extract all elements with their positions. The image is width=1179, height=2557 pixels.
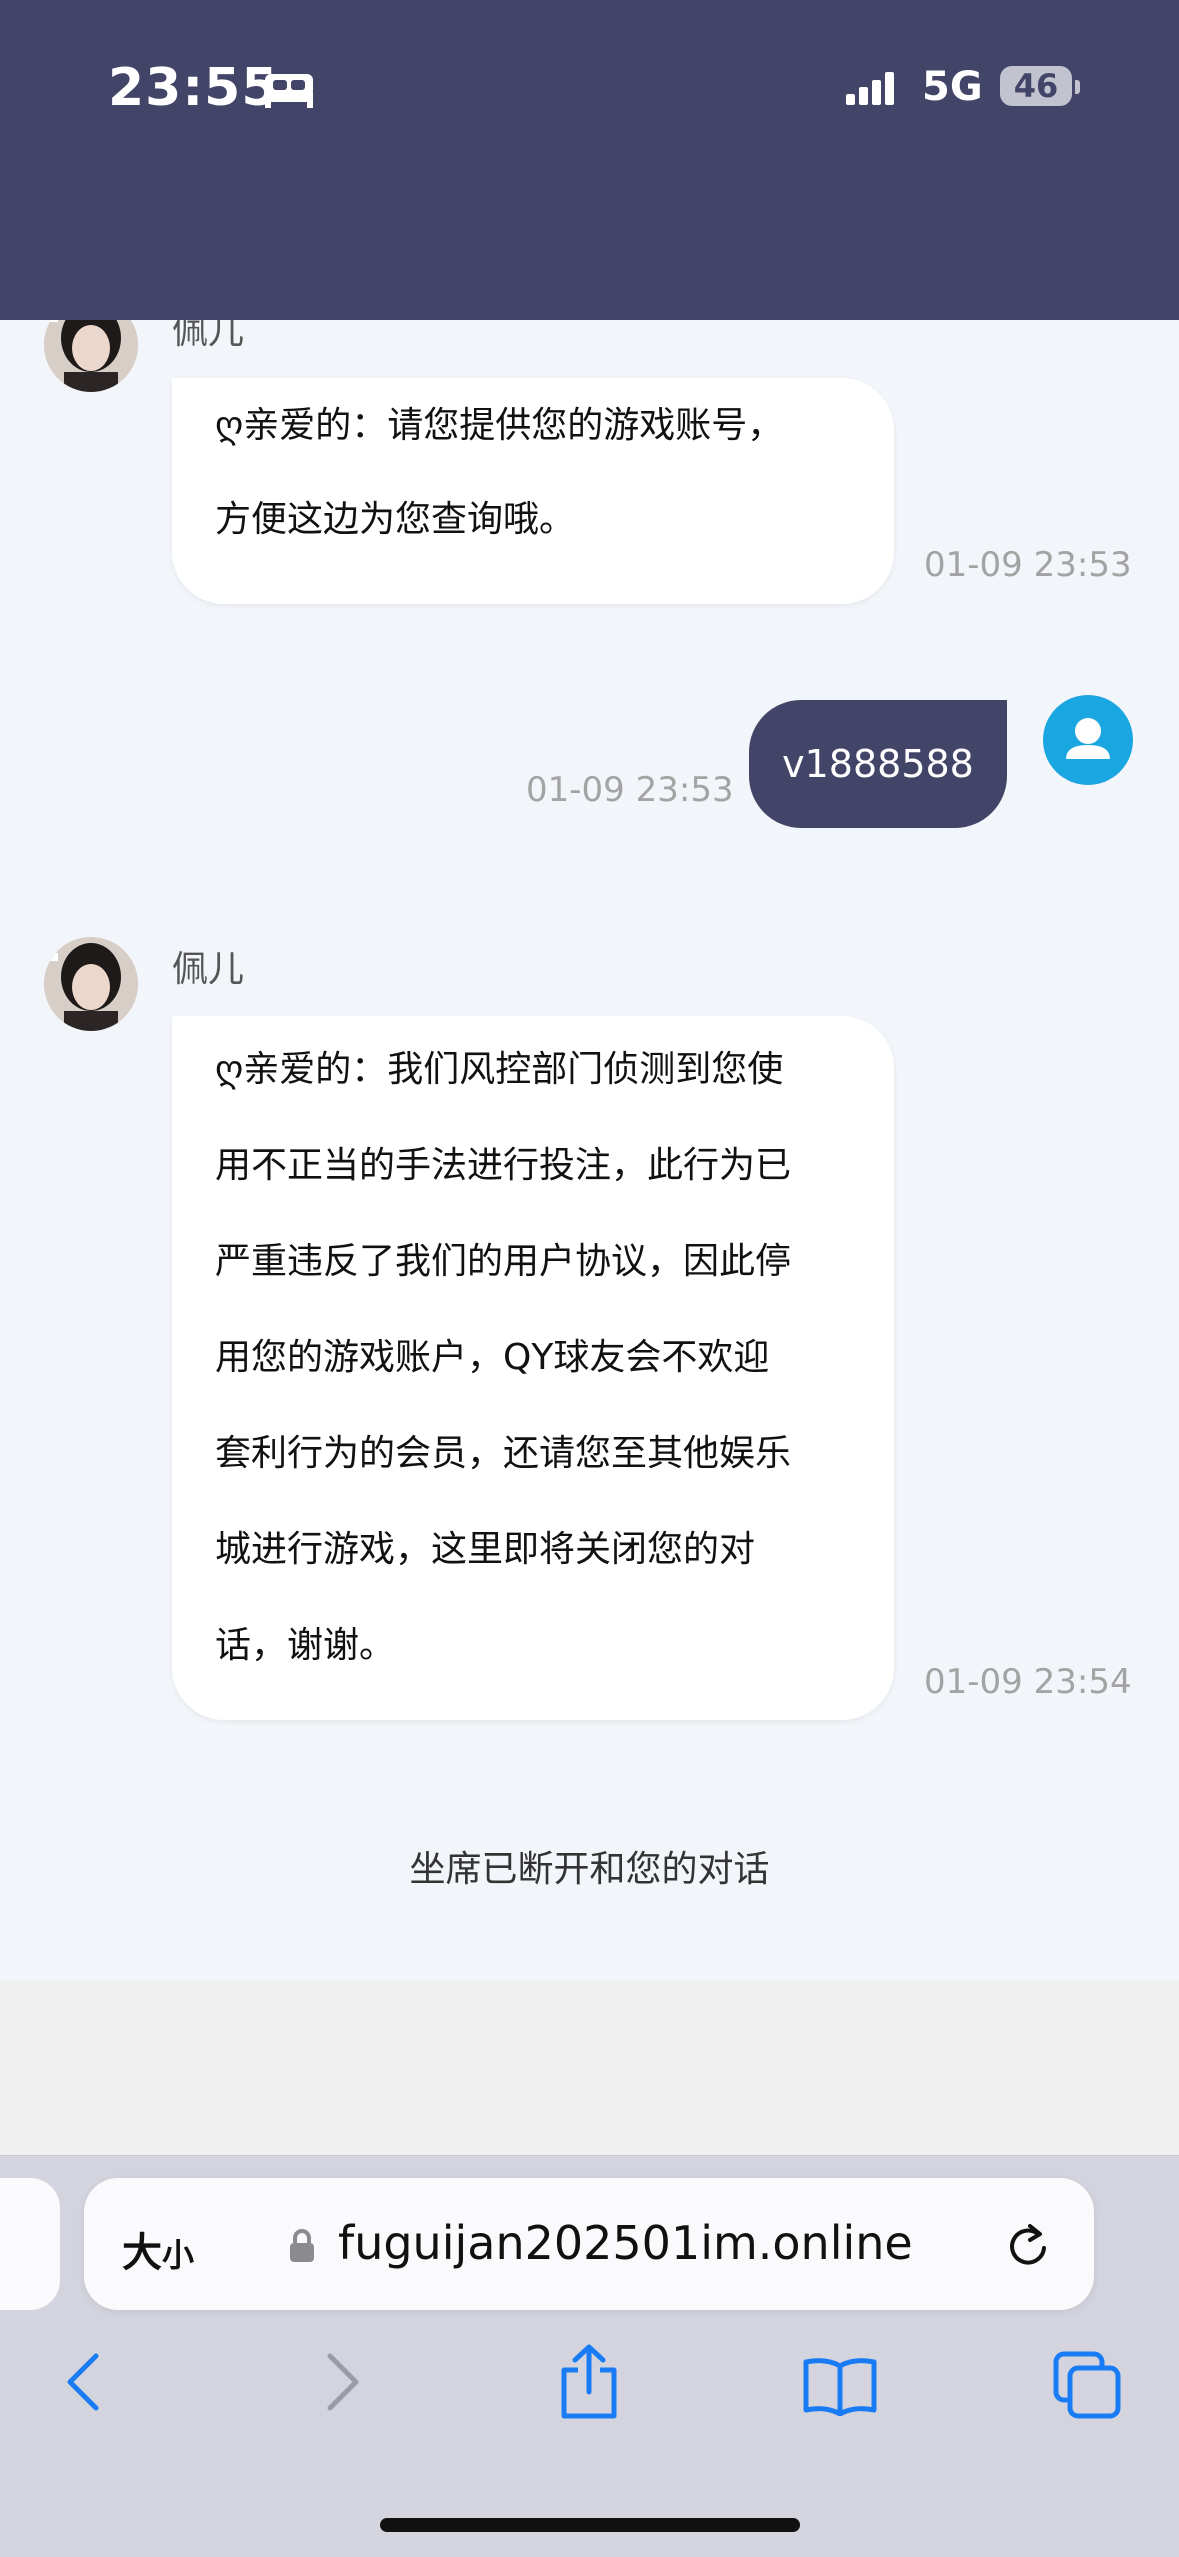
lock-icon [290, 2229, 314, 2262]
status-time: 23:55 [108, 58, 279, 118]
agent-avatar [44, 320, 138, 392]
reload-icon[interactable] [1004, 2220, 1052, 2272]
text-size-large: 大 [122, 2230, 162, 2276]
signal-icon [846, 72, 894, 105]
address-bar[interactable]: 大小 fuguijan202501im.online [84, 2178, 1094, 2310]
message-line: 严重违反了我们的用户协议，因此停 [215, 1241, 792, 1282]
chat-area[interactable]: 佩儿 ღ亲爱的：请您提供您的游戏账号， 方便这边为您查询哦。 01-09 23:… [0, 320, 1179, 1980]
message-bubble: ღ亲爱的：请您提供您的游戏账号， 方便这边为您查询哦。 [172, 378, 894, 604]
network-type: 5G [922, 64, 983, 110]
input-area-placeholder [0, 1980, 1179, 2155]
message-line: 话，谢谢。 [215, 1625, 396, 1666]
tabs-icon[interactable] [1052, 2350, 1122, 2420]
system-notice: 坐席已断开和您的对话 [409, 1849, 770, 1890]
message-timestamp: 01-09 23:53 [526, 770, 734, 810]
forward-icon[interactable] [322, 2352, 362, 2412]
text-size-small: 小 [162, 2236, 195, 2274]
message-timestamp: 01-09 23:54 [924, 1662, 1132, 1702]
message-line: 用您的游戏账户，QY球友会不欢迎 [215, 1337, 770, 1378]
agent-avatar [44, 937, 138, 1031]
message-timestamp: 01-09 23:53 [924, 545, 1132, 585]
user-message-bubble: v1888588 [749, 700, 1007, 828]
back-icon[interactable] [64, 2352, 104, 2412]
bookmarks-icon[interactable] [802, 2356, 878, 2416]
person-icon [1066, 718, 1110, 759]
user-avatar [1043, 695, 1133, 785]
sender-name: 佩儿 [172, 320, 245, 352]
battery-tip [1075, 80, 1080, 94]
message-line: ღ亲爱的：我们风控部门侦测到您使 [215, 1049, 784, 1090]
message-line: 方便这边为您查询哦。 [215, 499, 576, 540]
battery-icon: 46 [1000, 66, 1072, 106]
sender-name: 佩儿 [172, 949, 245, 990]
message-line: 用不正当的手法进行投注，此行为已 [215, 1145, 792, 1186]
message-line: 城进行游戏，这里即将关闭您的对 [215, 1529, 756, 1570]
url-text: fuguijan202501im.online [338, 2216, 913, 2270]
status-bar: 23:55 5G 46 [0, 0, 1179, 320]
text-size-button[interactable]: 大小 [122, 2220, 194, 2278]
message-line: ღ亲爱的：请您提供您的游戏账号， [215, 405, 784, 446]
message-line: 套利行为的会员，还请您至其他娱乐 [215, 1433, 792, 1474]
previous-tab[interactable] [0, 2178, 60, 2310]
bed-icon [265, 74, 313, 108]
share-icon[interactable] [556, 2344, 622, 2420]
battery-level: 46 [1013, 67, 1059, 105]
user-message-text: v1888588 [782, 742, 974, 786]
message-bubble: ღ亲爱的：我们风控部门侦测到您使 用不正当的手法进行投注，此行为已 严重违反了我… [172, 1016, 894, 1720]
home-indicator [380, 2518, 800, 2532]
